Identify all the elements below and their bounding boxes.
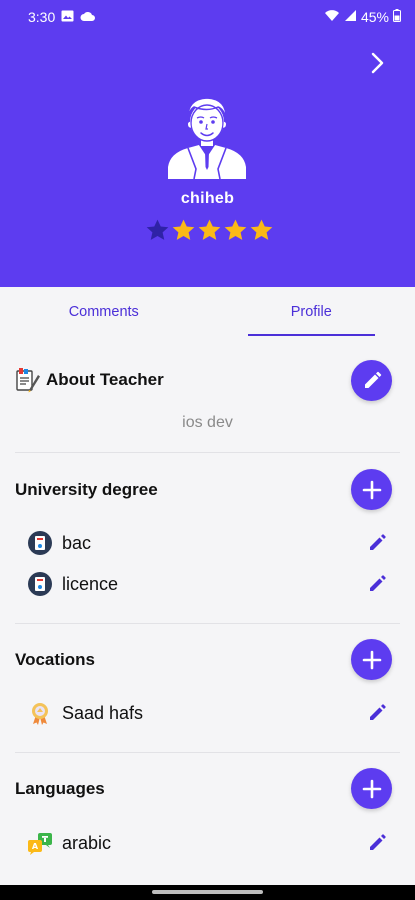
profile-header: chiheb bbox=[0, 33, 415, 287]
teacher-board-icon bbox=[16, 368, 40, 393]
add-degree-button[interactable] bbox=[351, 469, 392, 510]
about-title: About Teacher bbox=[46, 370, 164, 389]
battery-icon bbox=[393, 8, 401, 25]
add-language-button[interactable] bbox=[351, 768, 392, 809]
degree-item: bac bbox=[27, 529, 397, 557]
degree-title: University degree bbox=[15, 480, 158, 499]
tab-profile-label: Profile bbox=[290, 304, 332, 320]
pencil-icon bbox=[370, 575, 386, 591]
pencil-icon bbox=[370, 834, 386, 850]
degree-label: licence bbox=[62, 573, 119, 594]
star-filled-icon bbox=[224, 219, 247, 240]
star-filled-icon bbox=[172, 219, 195, 240]
svg-text:A: A bbox=[32, 842, 39, 851]
divider bbox=[15, 452, 400, 453]
gesture-handle[interactable] bbox=[152, 890, 263, 894]
edit-degree-button[interactable] bbox=[367, 574, 387, 594]
edit-degree-button[interactable] bbox=[367, 533, 387, 553]
divider bbox=[15, 623, 400, 624]
degree-item: licence bbox=[27, 570, 397, 598]
profile-content: About Teacher ios dev University degree … bbox=[0, 337, 415, 885]
next-arrow-button[interactable] bbox=[365, 50, 389, 76]
divider bbox=[15, 752, 400, 753]
active-tab-indicator bbox=[248, 334, 375, 336]
translate-icon: A bbox=[27, 830, 53, 856]
star-rating bbox=[145, 218, 274, 246]
status-bar: 3:30 45% bbox=[0, 0, 415, 33]
pencil-icon bbox=[370, 704, 386, 720]
certificate-icon bbox=[27, 571, 53, 597]
chevron-right-icon bbox=[371, 52, 384, 74]
teacher-name: chiheb bbox=[180, 190, 235, 207]
about-section-icon bbox=[14, 366, 41, 393]
wifi-icon bbox=[324, 9, 340, 25]
plus-icon bbox=[362, 779, 381, 798]
certificate-icon bbox=[27, 530, 53, 556]
edit-language-button[interactable] bbox=[367, 833, 387, 853]
signal-icon bbox=[344, 9, 357, 25]
vocations-title: Vocations bbox=[15, 650, 95, 669]
vocation-label: Saad hafs bbox=[62, 702, 144, 723]
about-text: ios dev bbox=[182, 414, 233, 431]
plus-icon bbox=[362, 480, 381, 499]
pencil-icon bbox=[370, 534, 386, 550]
language-label: arabic bbox=[62, 832, 112, 853]
languages-title: Languages bbox=[15, 779, 105, 798]
pencil-icon bbox=[364, 371, 381, 388]
image-notification-icon bbox=[61, 9, 74, 25]
tab-bar: Comments Profile bbox=[0, 287, 415, 337]
teacher-avatar bbox=[166, 95, 248, 181]
tab-profile[interactable]: Profile bbox=[208, 287, 415, 337]
star-filled-icon bbox=[198, 219, 221, 240]
vocation-item: Saad hafs bbox=[27, 699, 397, 727]
star-filled-icon bbox=[250, 219, 273, 240]
star-empty-icon bbox=[146, 219, 169, 240]
plus-icon bbox=[362, 650, 381, 669]
status-time: 3:30 bbox=[28, 8, 56, 25]
tab-comments-label: Comments bbox=[68, 304, 139, 320]
teacher-avatar-icon bbox=[168, 97, 246, 180]
award-ribbon-icon bbox=[27, 700, 53, 726]
language-item: A arabic bbox=[27, 829, 397, 857]
edit-vocation-button[interactable] bbox=[367, 703, 387, 723]
edit-about-button[interactable] bbox=[351, 360, 392, 401]
battery-percent: 45% bbox=[360, 8, 389, 25]
add-vocation-button[interactable] bbox=[351, 639, 392, 680]
degree-label: bac bbox=[62, 532, 92, 553]
tab-comments[interactable]: Comments bbox=[0, 287, 208, 337]
cloud-icon bbox=[80, 9, 96, 25]
